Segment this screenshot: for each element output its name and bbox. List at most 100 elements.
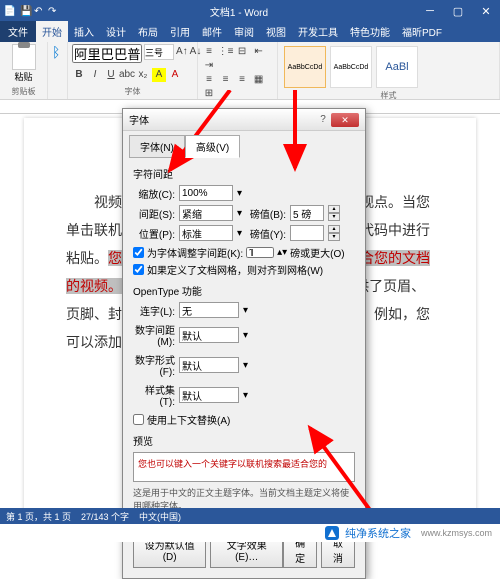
app-icon: 📄 <box>0 6 20 17</box>
font-color-icon[interactable]: A <box>168 68 182 82</box>
bold-icon[interactable]: B <box>72 68 86 82</box>
spacing-select[interactable] <box>179 205 233 221</box>
bullets-icon[interactable]: ≡ <box>202 44 216 58</box>
tab-pdf[interactable]: 福昕PDF <box>396 21 448 42</box>
kerning-label: 为字体调整字间距(K): <box>147 245 243 260</box>
grow-font-icon[interactable]: A↑ <box>176 44 188 58</box>
dialog-tabs: 字体(N) 高级(V) <box>123 131 365 158</box>
style-nospacing[interactable]: AaBbCcDd <box>330 46 372 88</box>
scale-select[interactable] <box>179 185 233 201</box>
watermark: 纯净系统之家 www.kzmsys.com <box>0 524 500 542</box>
save-icon[interactable]: 💾 <box>20 6 34 17</box>
styleset-label: 样式集(T): <box>133 382 175 408</box>
help-icon[interactable]: ? <box>315 114 331 125</box>
tab-layout[interactable]: 布局 <box>132 21 164 42</box>
borders-icon[interactable]: ⊞ <box>202 86 216 100</box>
kerning-spinner[interactable]: ▴▾ <box>277 247 287 258</box>
tab-developer[interactable]: 开发工具 <box>292 21 344 42</box>
ribbon: 粘贴 剪贴板 ᛒ A↑ A↓ B I U abc x₂ A A 字体 ≡ ⋮≡ … <box>0 42 500 100</box>
dialog-body: 字符间距 缩放(C): ▾ 间距(S): ▾ 磅值(B): ▴▾ 位置(P): … <box>123 158 365 526</box>
indent-dec-icon[interactable]: ⇤ <box>252 44 266 58</box>
chevron-down-icon[interactable]: ▾ <box>243 305 248 316</box>
bluetooth-icon[interactable]: ᛒ <box>52 44 63 60</box>
kerning-unit: 磅或更大(O) <box>290 245 344 260</box>
font-group-label: 字体 <box>72 86 193 97</box>
scale-label: 缩放(C): <box>133 186 175 201</box>
section-char-spacing: 字符间距 <box>133 166 355 181</box>
status-bar: 第 1 页，共 1 页 27/143 个字 中文(中国) <box>0 508 500 524</box>
style-heading1[interactable]: AaBl <box>376 46 418 88</box>
kerning-input[interactable] <box>246 247 274 258</box>
tab-font[interactable]: 字体(N) <box>129 135 185 158</box>
numspace-select[interactable] <box>179 327 239 343</box>
redo-icon[interactable]: ↷ <box>48 6 62 17</box>
context-label: 使用上下文替换(A) <box>147 412 230 427</box>
tab-references[interactable]: 引用 <box>164 21 196 42</box>
subscript-icon[interactable]: x₂ <box>136 68 150 82</box>
shading-icon[interactable]: ▦ <box>252 72 266 86</box>
tab-advanced[interactable]: 高级(V) <box>185 135 240 158</box>
align-left-icon[interactable]: ≡ <box>202 72 216 86</box>
status-words[interactable]: 27/143 个字 <box>81 510 129 523</box>
dialog-titlebar[interactable]: 字体 ? ✕ <box>123 109 365 131</box>
close-icon[interactable]: ✕ <box>331 113 359 127</box>
ligature-label: 连字(L): <box>133 303 175 318</box>
status-page[interactable]: 第 1 页，共 1 页 <box>6 510 71 523</box>
chevron-down-icon[interactable]: ▾ <box>243 360 248 371</box>
tab-view[interactable]: 视图 <box>260 21 292 42</box>
spacing-pt-label: 磅值(B): <box>246 206 286 221</box>
tab-review[interactable]: 审阅 <box>228 21 260 42</box>
minimize-icon[interactable]: ─ <box>416 5 444 17</box>
highlight-icon[interactable]: A <box>152 68 166 82</box>
tab-design[interactable]: 设计 <box>100 21 132 42</box>
chevron-down-icon[interactable]: ▾ <box>237 208 242 219</box>
tab-insert[interactable]: 插入 <box>68 21 100 42</box>
align-center-icon[interactable]: ≡ <box>219 72 233 86</box>
tab-home[interactable]: 开始 <box>36 21 68 42</box>
spacing-pt-input[interactable] <box>290 205 324 221</box>
grid-checkbox[interactable] <box>133 264 144 275</box>
align-right-icon[interactable]: ≡ <box>235 72 249 86</box>
underline-icon[interactable]: U <box>104 68 118 82</box>
numform-label: 数字形式(F): <box>133 352 175 378</box>
spacing-spinner[interactable]: ▴▾ <box>328 205 340 221</box>
strike-icon[interactable]: abc <box>120 68 134 82</box>
style-normal[interactable]: AaBbCcDd <box>284 46 326 88</box>
numbering-icon[interactable]: ⋮≡ <box>219 44 233 58</box>
italic-icon[interactable]: I <box>88 68 102 82</box>
chevron-down-icon[interactable]: ▾ <box>243 330 248 341</box>
indent-inc-icon[interactable]: ⇥ <box>202 58 216 72</box>
watermark-name: 纯净系统之家 <box>345 525 411 541</box>
window-title: 文档1 - Word <box>62 4 416 19</box>
tab-file[interactable]: 文件 <box>0 21 36 42</box>
kerning-checkbox[interactable] <box>133 247 144 258</box>
numform-select[interactable] <box>179 357 239 373</box>
group-paragraph: ≡ ⋮≡ ⊟ ⇤ ⇥ ≡ ≡ ≡ ▦ ⊞ 段落 <box>198 42 278 99</box>
paste-button[interactable]: 粘贴 <box>4 44 43 83</box>
ribbon-tabs: 文件 开始 插入 设计 布局 引用 邮件 审阅 视图 开发工具 特色功能 福昕P… <box>0 22 500 42</box>
undo-icon[interactable]: ↶ <box>34 6 48 17</box>
multilevel-icon[interactable]: ⊟ <box>235 44 249 58</box>
position-select[interactable] <box>179 225 233 241</box>
font-name-select[interactable] <box>72 44 142 63</box>
paste-icon <box>12 44 36 70</box>
position-spinner[interactable]: ▴▾ <box>328 225 340 241</box>
chevron-down-icon[interactable]: ▾ <box>237 188 242 199</box>
maximize-icon[interactable]: ▢ <box>444 5 472 18</box>
close-icon[interactable]: ✕ <box>472 5 500 18</box>
tab-special[interactable]: 特色功能 <box>344 21 396 42</box>
group-clipboard: 粘贴 剪贴板 <box>0 42 48 99</box>
paste-label: 粘贴 <box>14 70 32 83</box>
styleset-select[interactable] <box>179 387 239 403</box>
chevron-down-icon[interactable]: ▾ <box>237 228 242 239</box>
context-checkbox[interactable] <box>133 414 144 425</box>
chevron-down-icon[interactable]: ▾ <box>243 390 248 401</box>
grid-label: 如果定义了文档网格，则对齐到网格(W) <box>147 262 323 277</box>
group-bluetooth: ᛒ <box>48 42 68 99</box>
position-pt-input[interactable] <box>290 225 324 241</box>
font-size-select[interactable] <box>144 44 174 60</box>
status-lang[interactable]: 中文(中国) <box>139 510 181 523</box>
tab-mailings[interactable]: 邮件 <box>196 21 228 42</box>
spacing-label: 间距(S): <box>133 206 175 221</box>
ligature-select[interactable] <box>179 302 239 318</box>
